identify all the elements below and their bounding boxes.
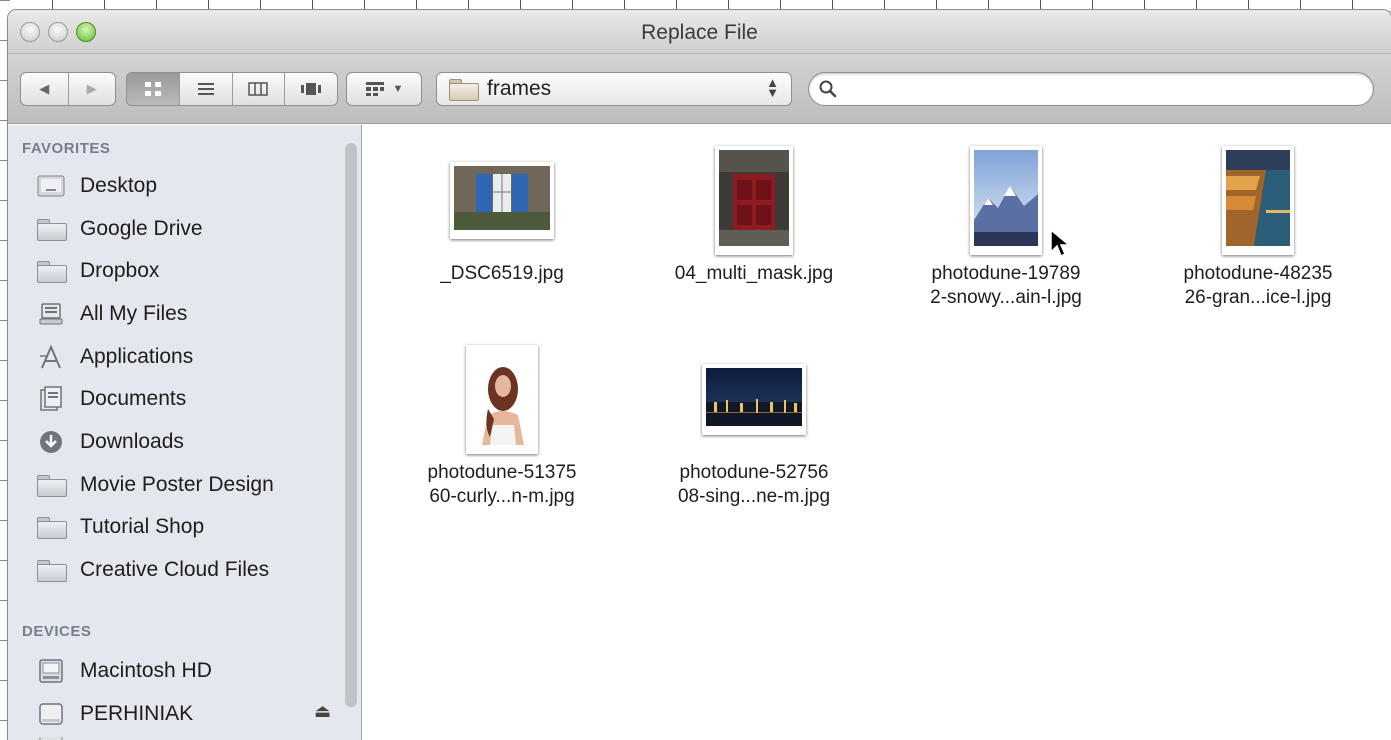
file-browser: _DSC6519.jpg 04_multi_mask.jpg photodune… [362,125,1391,740]
sidebar-item-dropbox[interactable]: Dropbox [36,256,159,286]
column-view-button[interactable] [233,73,286,105]
sidebar-item-perhiniak[interactable]: PERHINIAK [36,699,361,729]
folder-path-popup[interactable]: frames ▲ ▼ [436,72,792,106]
applications-icon [36,344,66,369]
devices-header: DEVICES [22,623,92,640]
folder-icon [449,79,479,101]
desktop-icon [36,174,66,198]
file-name: photodune-52756 [679,462,829,483]
folder-icon [36,473,67,497]
window-title: Replace File [641,21,758,44]
file-name-line2: 08-sing...ne-m.jpg [677,486,831,507]
chevron-down-icon: ▼ [392,83,404,95]
back-button[interactable]: ◀ [21,73,69,105]
sidebar-scrollbar[interactable] [345,143,357,707]
sidebar: FAVORITES Desktop Google Drive Dropbox A… [8,125,362,740]
folder-icon [36,515,67,539]
file-name-line2: 26-gran...ice-l.jpg [1184,287,1332,308]
sidebar-item-all-my-files[interactable]: All My Files [36,299,187,329]
file-name: photodune-19789 [931,263,1081,284]
popup-stepper-icon: ▲ ▼ [766,75,779,100]
sidebar-item-label: Applications [80,345,194,368]
documents-icon [36,386,66,411]
forward-arrow-icon: ▶ [86,81,97,96]
list-view-icon [197,83,214,95]
snowy-mountain-photo-thumbnail [970,145,1042,255]
folder-icon [36,558,67,582]
sidebar-item-downloads[interactable]: Downloads [36,427,184,457]
file-item[interactable]: _DSC6519.jpg [382,142,622,286]
sidebar-item-macintosh-hd[interactable]: Macintosh HD [36,656,212,686]
external-drive-icon [36,702,66,726]
sidebar-item-creative-cloud-files[interactable]: Creative Cloud Files [36,555,269,585]
sidebar-item-documents[interactable]: Documents [36,384,186,414]
arrange-cell: ▼ [347,73,421,105]
column-view-icon [248,82,269,96]
grand-canal-photo-thumbnail [1222,145,1294,255]
sidebar-item-label: Macintosh HD [80,659,212,682]
file-item[interactable]: 04_multi_mask.jpg [634,142,874,286]
sidebar-item-label: PERHINIAK [80,702,194,725]
sidebar-item-label: Downloads [80,430,184,453]
icon-view-icon [144,82,161,96]
toolbar: ◀ ▶ ▼ frames ▲ ▼ [8,54,1391,124]
sidebar-item-label: Desktop [80,174,158,197]
cover-flow-icon [301,83,322,95]
replace-file-dialog: Replace File ◀ ▶ ▼ frames ▲ ▼ FAVORITES … [8,10,1391,740]
all-files-icon [36,302,66,326]
cover-flow-view-button[interactable] [285,73,337,105]
file-name: photodune-51375 [427,462,577,483]
file-name: photodune-48235 [1183,263,1333,284]
icon-view-button[interactable] [127,73,180,105]
downloads-icon [36,430,66,454]
file-item[interactable]: photodune-51375 60-curly...n-m.jpg [382,341,622,509]
view-mode-control [126,72,338,106]
back-arrow-icon: ◀ [39,81,50,96]
file-item[interactable]: photodune-52756 08-sing...ne-m.jpg [634,341,874,509]
sidebar-item-label: Creative Cloud Files [80,558,270,581]
search-input[interactable] [845,79,1345,100]
sidebar-item-tutorial-shop[interactable]: Tutorial Shop [36,512,204,542]
mouse-cursor-icon [1050,228,1071,258]
favorites-header: FAVORITES [22,140,111,157]
sidebar-item-movie-poster-design[interactable]: Movie Poster Design [36,470,274,500]
file-item[interactable]: photodune-19789 2-snowy...ain-l.jpg [886,142,1126,310]
file-item[interactable]: photodune-48235 26-gran...ice-l.jpg [1138,142,1378,310]
file-name: _DSC6519.jpg [440,263,564,284]
folder-icon [36,259,67,283]
arrange-icon [365,82,384,96]
search-icon [819,80,837,98]
file-name-line2: 60-curly...n-m.jpg [429,486,575,507]
sidebar-item-label: Documents [80,387,187,410]
curly-woman-photo-thumbnail [466,344,538,454]
title-bar: Replace File [8,10,1391,54]
red-door-photo-thumbnail [715,145,793,255]
sidebar-item-desktop[interactable]: Desktop [36,171,157,201]
search-field[interactable] [808,72,1374,106]
arrange-button[interactable]: ▼ [346,72,422,106]
folder-icon [36,217,67,241]
back-forward-control: ◀ ▶ [20,72,116,106]
night-skyline-photo-thumbnail [702,363,806,435]
sidebar-item-label: Google Drive [80,217,203,240]
window-photo-thumbnail [450,161,554,239]
file-name: 04_multi_mask.jpg [674,263,834,284]
sidebar-item-label: Tutorial Shop [80,515,205,538]
file-name-line2: 2-snowy...ain-l.jpg [930,287,1082,308]
sidebar-item-applications[interactable]: Applications [36,342,193,372]
sidebar-item-label: Movie Poster Design [80,473,274,496]
sidebar-item-label: Dropbox [80,259,160,282]
list-view-button[interactable] [180,73,233,105]
dialog-body: FAVORITES Desktop Google Drive Dropbox A… [8,125,1391,740]
sidebar-item-label: All My Files [80,302,188,325]
eject-icon[interactable]: ⏏ [314,701,331,722]
hard-drive-icon [36,659,66,683]
sidebar-item-google-drive[interactable]: Google Drive [36,214,203,244]
forward-button[interactable]: ▶ [69,73,116,105]
current-folder-label: frames [487,77,552,100]
